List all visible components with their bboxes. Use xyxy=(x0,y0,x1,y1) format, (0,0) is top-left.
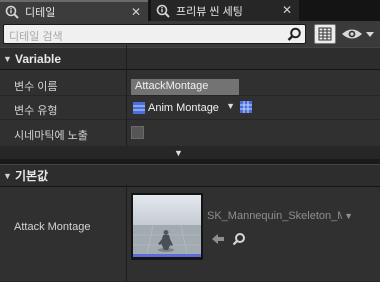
asset-picker-value: SK_Mannequin_Skeleton_Montage xyxy=(207,210,342,222)
search-icon[interactable] xyxy=(287,27,302,42)
grid-icon xyxy=(318,27,332,41)
section-defaults-header[interactable]: ▼ 기본값 xyxy=(0,164,380,187)
property-row-expose-cinematic: 시네마틱에 노출 xyxy=(0,120,380,147)
container-type-icon[interactable] xyxy=(239,100,253,114)
chevron-down-icon: ▼ xyxy=(174,148,183,158)
use-selected-arrow-icon[interactable] xyxy=(210,232,226,246)
view-options-button[interactable] xyxy=(340,25,378,43)
details-toolbar: 디테일 검색 xyxy=(0,21,380,47)
browse-search-icon[interactable] xyxy=(232,232,246,246)
tab-details-label: 디테일 xyxy=(25,6,56,19)
details-icon xyxy=(156,4,170,18)
variable-type-dropdown[interactable]: Anim Montage ▼ xyxy=(131,99,239,116)
asset-thumbnail[interactable] xyxy=(133,195,201,257)
asset-picker-dropdown[interactable]: SK_Mannequin_Skeleton_Montage ▼ xyxy=(206,209,355,225)
search-placeholder: 디테일 검색 xyxy=(9,31,63,43)
expose-cinematic-checkbox[interactable] xyxy=(131,126,144,139)
chevron-down-icon: ▼ xyxy=(344,211,353,221)
section-variable-title: Variable xyxy=(15,51,62,66)
variable-name-input[interactable]: AttackMontage xyxy=(131,79,239,95)
chevron-down-icon: ▼ xyxy=(3,53,12,64)
details-icon xyxy=(5,5,19,19)
variable-type-label: 변수 유형 xyxy=(14,105,58,117)
tab-preview-scene-settings[interactable]: 프리뷰 씬 세팅 ✕ xyxy=(151,0,299,21)
section-variable-header[interactable]: ▼ Variable xyxy=(0,47,380,70)
column-divider[interactable] xyxy=(126,45,127,147)
variable-pin-icon xyxy=(133,101,145,114)
tab-preview-label: 프리뷰 씬 세팅 xyxy=(176,5,243,18)
variable-type-value: Anim Montage xyxy=(148,101,219,114)
attack-montage-label: Attack Montage xyxy=(14,221,91,233)
expose-cinematic-label: 시네마틱에 노출 xyxy=(14,130,88,142)
close-icon[interactable]: ✕ xyxy=(131,5,141,19)
column-divider[interactable] xyxy=(126,184,127,282)
chevron-down-icon: ▼ xyxy=(226,101,235,111)
section-defaults-title: 기본값 xyxy=(15,169,49,183)
eye-icon xyxy=(342,29,374,39)
close-icon[interactable]: ✕ xyxy=(282,3,292,17)
property-matrix-button[interactable] xyxy=(314,24,336,44)
tab-bar: 디테일 ✕ 프리뷰 씬 세팅 ✕ xyxy=(0,0,380,21)
montage-preview-icon xyxy=(133,195,201,257)
chevron-down-icon: ▼ xyxy=(3,170,12,181)
variable-name-label: 변수 이름 xyxy=(14,81,58,93)
advanced-expander[interactable]: ▼ xyxy=(0,147,380,159)
search-input[interactable]: 디테일 검색 xyxy=(3,24,306,44)
tab-details[interactable]: 디테일 ✕ xyxy=(0,0,148,21)
